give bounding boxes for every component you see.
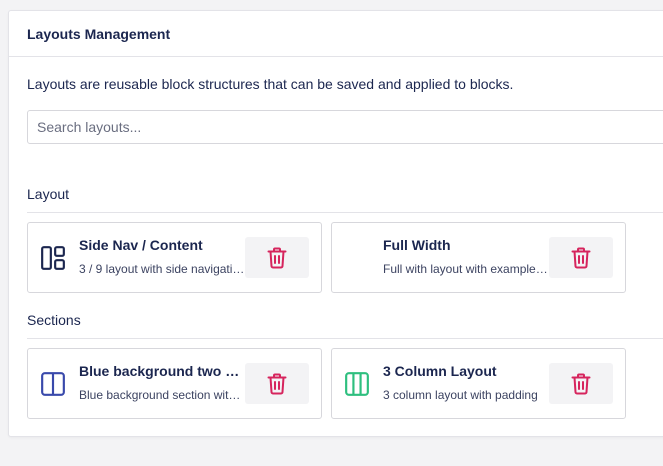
layout-card-description: 3 column layout with padding <box>383 388 538 402</box>
panel-header: Layouts Management <box>9 11 663 57</box>
group-divider <box>27 212 663 213</box>
layouts-panel: Layouts Management Layouts are reusable … <box>8 10 663 437</box>
group-divider <box>27 338 663 339</box>
search-input[interactable] <box>27 110 663 144</box>
layout-card-title: Side Nav / Content <box>79 237 203 253</box>
sidebar-layout-icon <box>41 246 65 270</box>
layouts-description: Layouts are reusable block structures th… <box>27 76 514 92</box>
trash-icon <box>571 247 591 268</box>
layout-card-full-width[interactable]: Full Width Full with layout with example… <box>331 222 626 293</box>
layout-card-description: 3 / 9 layout with side navigation <box>79 262 245 276</box>
layout-card-three-column[interactable]: 3 Column Layout 3 column layout with pad… <box>331 348 626 419</box>
two-column-icon <box>41 372 65 396</box>
group-title-sections: Sections <box>27 312 81 328</box>
three-column-icon <box>345 372 369 396</box>
layout-card-title: Full Width <box>383 237 451 253</box>
layout-card-title: Blue background two columns <box>79 363 245 379</box>
delete-layout-button[interactable] <box>245 237 309 278</box>
layout-card-blue-two-columns[interactable]: Blue background two columns Blue backgro… <box>27 348 322 419</box>
delete-layout-button[interactable] <box>549 237 613 278</box>
layout-card-title: 3 Column Layout <box>383 363 497 379</box>
layout-card-description: Full with layout with example content <box>383 262 549 276</box>
delete-layout-button[interactable] <box>549 363 613 404</box>
layout-card-side-nav[interactable]: Side Nav / Content 3 / 9 layout with sid… <box>27 222 322 293</box>
layout-card-description: Blue background section with two columns <box>79 388 245 402</box>
page-title: Layouts Management <box>27 25 171 42</box>
trash-icon <box>267 373 287 394</box>
trash-icon <box>267 247 287 268</box>
group-title-layout: Layout <box>27 186 70 202</box>
delete-layout-button[interactable] <box>245 363 309 404</box>
trash-icon <box>571 373 591 394</box>
